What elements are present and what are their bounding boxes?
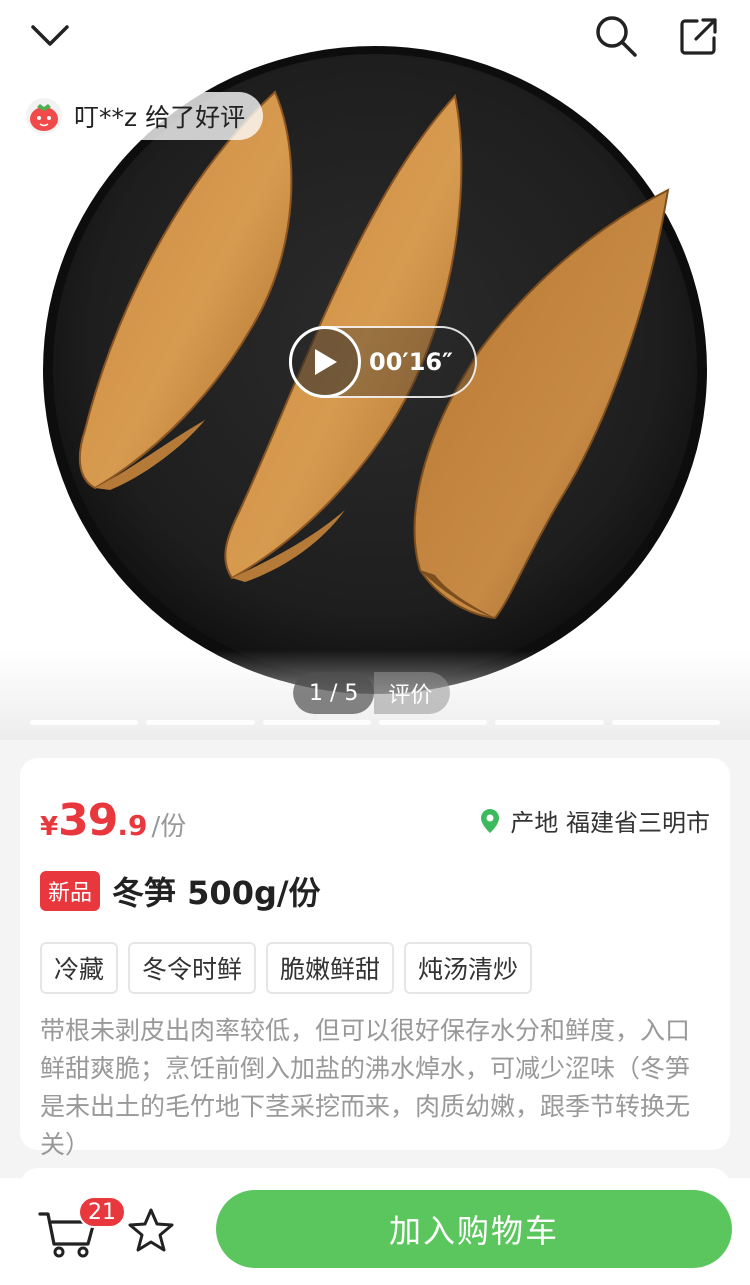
tomato-avatar-icon <box>30 104 58 131</box>
product-media[interactable]: 叮**z 给了好评 00′16″ 1 / 5 评价 <box>0 0 750 740</box>
review-banner[interactable]: 叮**z 给了好评 <box>20 92 264 140</box>
chevron-down-icon <box>31 25 69 46</box>
progress-segment <box>495 720 604 725</box>
search-icon <box>596 16 637 57</box>
price-decimal: .9 <box>117 809 148 842</box>
media-pager: 1 / 5 评价 <box>293 672 451 714</box>
media-progress <box>30 720 720 725</box>
share-button[interactable] <box>671 8 727 64</box>
product-info-card: ¥ 39 .9 /份 产地 福建省三明市 新品 冬笋 500g/份 冷藏 冬令时… <box>20 758 730 1159</box>
price-symbol: ¥ <box>40 812 59 842</box>
star-icon <box>128 1208 174 1252</box>
price: ¥ 39 .9 /份 <box>40 795 186 846</box>
review-tab[interactable]: 评价 <box>374 672 451 714</box>
product-title: 冬笋 500g/份 <box>112 874 321 912</box>
title-row: 新品 冬笋 500g/份 <box>40 868 710 914</box>
product-description: 带根未剥皮出肉率较低，但可以很好保存水分和鲜度，入口鲜甜爽脆；烹饪前倒入加盐的沸… <box>40 1016 691 1159</box>
new-badge: 新品 <box>40 871 101 911</box>
location-pin-icon <box>481 808 500 833</box>
progress-segment <box>262 720 371 725</box>
play-circle <box>289 326 361 398</box>
tag-item: 冬令时鲜 <box>128 942 257 994</box>
bottom-action-bar: 加入购物车 <box>0 1178 750 1285</box>
video-play-button[interactable]: 00′16″ <box>289 326 477 398</box>
origin-label: 产地 福建省三明市 <box>510 809 710 837</box>
share-icon <box>680 18 717 55</box>
progress-segment <box>30 720 139 725</box>
tag-list: 冷藏 冬令时鲜 脆嫩鲜甜 炖汤清炒 <box>40 942 710 994</box>
review-text: 叮**z 给了好评 <box>74 103 246 132</box>
origin-info[interactable]: 产地 福建省三明市 <box>480 803 710 838</box>
progress-segment <box>146 720 255 725</box>
progress-segment <box>378 720 488 725</box>
price-unit: /份 <box>151 812 187 842</box>
play-icon <box>315 349 337 375</box>
tag-item: 炖汤清炒 <box>404 942 533 994</box>
tag-item: 脆嫩鲜甜 <box>266 942 395 994</box>
search-button[interactable] <box>588 8 644 64</box>
back-button[interactable] <box>22 8 78 64</box>
add-to-cart-button[interactable]: 加入购物车 <box>216 1190 732 1268</box>
avatar <box>24 96 64 136</box>
video-duration: 00′16″ <box>369 348 453 376</box>
progress-segment <box>611 720 720 725</box>
tag-item: 冷藏 <box>40 942 119 994</box>
cart-count-badge: 21 <box>78 1196 126 1228</box>
page-indicator: 1 / 5 <box>293 672 375 714</box>
price-row: ¥ 39 .9 /份 产地 福建省三明市 <box>40 786 710 846</box>
favorite-button[interactable] <box>126 1206 176 1256</box>
price-integer: 39 <box>58 795 118 846</box>
